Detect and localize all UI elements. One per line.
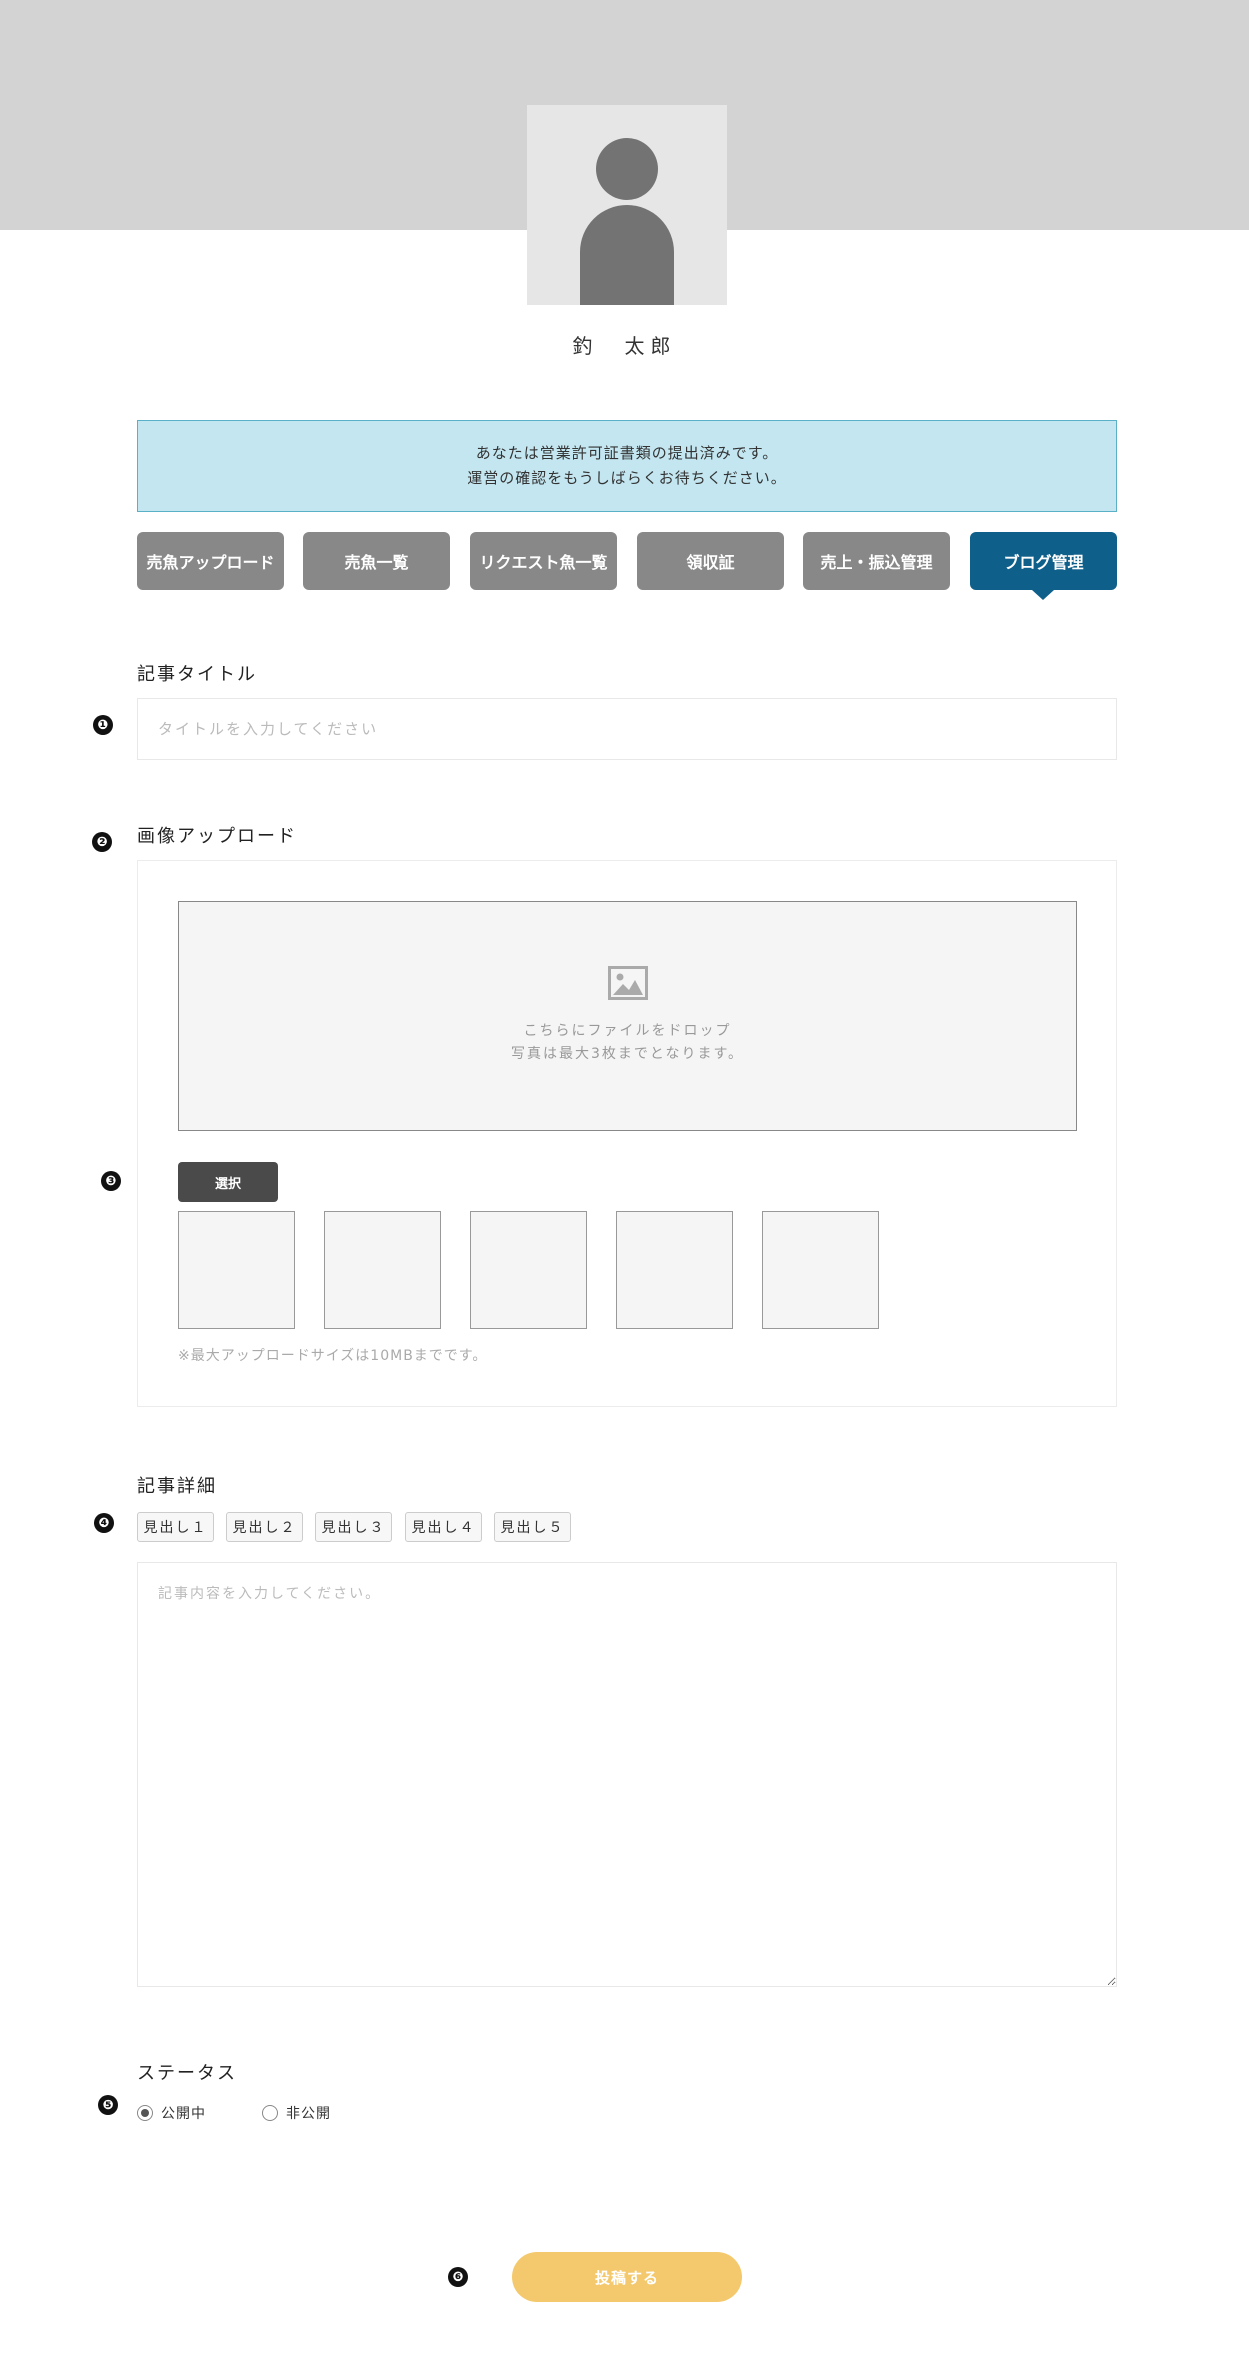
- user-name: 釣 太郎: [572, 334, 677, 358]
- article-title-label: 記事タイトル: [137, 664, 257, 685]
- image-icon: [607, 966, 648, 1000]
- status-option-label: 公開中: [161, 2106, 206, 2122]
- step-marker-3: ❸: [101, 1171, 121, 1191]
- heading-4-button[interactable]: 見出し４: [405, 1512, 482, 1542]
- step-marker-6: ❻: [448, 2267, 468, 2287]
- radio-button-unchecked[interactable]: [262, 2105, 278, 2121]
- tab-receipt[interactable]: 領収証: [637, 532, 784, 590]
- menu-tabs: 売魚アップロード 売魚一覧 リクエスト魚一覧 領収証 売上・振込管理 ブログ管理: [137, 532, 1117, 600]
- tab-fish-list[interactable]: 売魚一覧: [303, 532, 450, 590]
- status-option-label: 非公開: [286, 2106, 331, 2122]
- image-dropzone[interactable]: こちらにファイルをドロップ 写真は最大3枚までとなります。: [178, 901, 1077, 1131]
- status-option-published[interactable]: 公開中: [137, 2103, 206, 2123]
- submit-post-button[interactable]: 投稿する: [512, 2252, 742, 2302]
- avatar: [527, 105, 727, 305]
- notice-banner: あなたは営業許可証書類の提出済みです。 運営の確認をもうしばらくお待ちください。: [137, 420, 1117, 512]
- dropzone-text-1: こちらにファイルをドロップ: [523, 1023, 732, 1039]
- heading-3-button[interactable]: 見出し３: [315, 1512, 392, 1542]
- image-thumbnail-slot[interactable]: [324, 1211, 441, 1329]
- status-label: ステータス: [137, 2063, 237, 2084]
- image-upload-label: 画像アップロード: [137, 826, 297, 847]
- image-thumbnail-slot[interactable]: [616, 1211, 733, 1329]
- dropzone-text-2: 写真は最大3枚までとなります。: [510, 1046, 745, 1062]
- step-marker-4: ❹: [94, 1513, 114, 1533]
- tab-sales-transfer[interactable]: 売上・振込管理: [803, 532, 950, 590]
- tab-blog-management[interactable]: ブログ管理: [970, 532, 1117, 600]
- upload-size-note: ※最大アップロードサイズは10MBまでです。: [178, 1348, 488, 1364]
- tab-request-fish-list[interactable]: リクエスト魚一覧: [470, 532, 617, 590]
- tab-fish-upload[interactable]: 売魚アップロード: [137, 532, 284, 590]
- step-marker-5: ❺: [98, 2095, 118, 2115]
- article-detail-label: 記事詳細: [137, 1476, 217, 1497]
- avatar-body-shape: [580, 205, 674, 305]
- status-option-private[interactable]: 非公開: [262, 2103, 331, 2123]
- heading-5-button[interactable]: 見出し５: [494, 1512, 571, 1542]
- image-thumbnail-slot[interactable]: [178, 1211, 295, 1329]
- avatar-head-shape: [596, 138, 658, 200]
- heading-2-button[interactable]: 見出し２: [226, 1512, 303, 1542]
- radio-button-checked[interactable]: [137, 2105, 153, 2121]
- notice-line-2: 運営の確認をもうしばらくお待ちください。: [467, 469, 787, 487]
- select-file-button[interactable]: 選択: [178, 1162, 278, 1202]
- image-upload-panel: こちらにファイルをドロップ 写真は最大3枚までとなります。 選択 ※最大アップロ…: [137, 860, 1117, 1407]
- image-thumbnail-slot[interactable]: [762, 1211, 879, 1329]
- notice-line-1: あなたは営業許可証書類の提出済みです。: [475, 444, 779, 462]
- step-marker-2: ❷: [92, 832, 112, 852]
- article-body-textarea[interactable]: [137, 1562, 1117, 1987]
- image-thumbnail-slot[interactable]: [470, 1211, 587, 1329]
- heading-1-button[interactable]: 見出し１: [137, 1512, 214, 1542]
- step-marker-1: ❶: [93, 715, 113, 735]
- article-title-input[interactable]: [137, 698, 1117, 760]
